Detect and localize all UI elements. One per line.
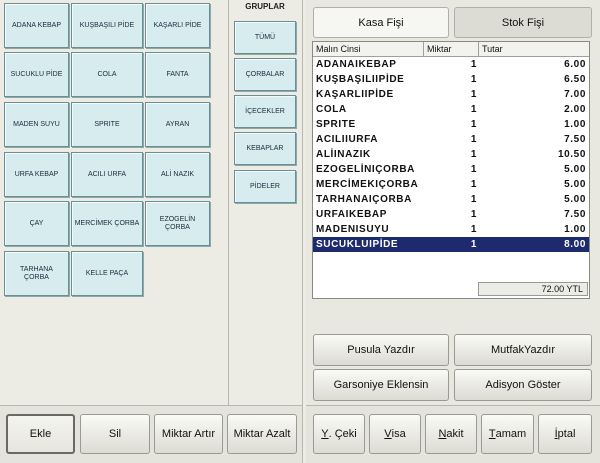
groups-title: GRUPLAR xyxy=(245,2,285,11)
receipt-table: Malın Cinsi Miktar Tutar ADANAIKEBAP 1 6.0… xyxy=(312,41,590,299)
item-amount: 5.00 xyxy=(564,179,586,190)
item-amount: 2.00 xyxy=(564,104,586,115)
group-button[interactable]: TÜMÜ xyxy=(234,21,296,54)
item-amount: 6.50 xyxy=(564,74,586,85)
receipt-row[interactable]: COLA 1 2.00 xyxy=(313,102,589,117)
add-button[interactable]: Ekle xyxy=(6,414,75,454)
item-name: SPRITE xyxy=(316,119,356,130)
item-qty: 1 xyxy=(470,149,477,160)
receipt-row[interactable]: URFAIKEBAP 1 7.50 xyxy=(313,207,589,222)
item-qty: 1 xyxy=(470,209,477,220)
item-name: COLA xyxy=(316,104,347,115)
item-qty: 1 xyxy=(470,179,477,190)
qty-decrease-button[interactable]: Miktar Azalt xyxy=(227,414,297,454)
item-name: ALİINAZIK xyxy=(316,149,371,160)
qty-increase-button[interactable]: Miktar Artır xyxy=(154,414,223,454)
item-qty: 1 xyxy=(470,239,477,250)
product-tile[interactable]: MADEN SUYU xyxy=(4,102,69,147)
item-name: MADENISUYU xyxy=(316,224,390,235)
receipt-row[interactable]: MADENISUYU 1 1.00 xyxy=(313,222,589,237)
product-tile[interactable]: ALİ NAZIK xyxy=(145,152,210,197)
visa-button[interactable]: Visa xyxy=(369,414,421,454)
item-qty: 1 xyxy=(470,104,477,115)
receipt-rows: ADANAIKEBAP 1 6.00 KUŞBAŞILIIPİDE 1 6.50 KAŞAR… xyxy=(313,57,589,252)
item-qty: 1 xyxy=(470,119,477,130)
item-qty: 1 xyxy=(470,74,477,85)
cash-button[interactable]: Nakit xyxy=(425,414,477,454)
item-name: EZOGELİNIÇORBA xyxy=(316,164,415,175)
item-amount: 7.00 xyxy=(564,89,586,100)
group-button[interactable]: PİDELER xyxy=(234,170,296,203)
tab-stok-fisi[interactable]: Stok Fişi xyxy=(454,7,592,38)
item-amount: 5.00 xyxy=(564,194,586,205)
product-tile[interactable]: URFA KEBAP xyxy=(4,152,69,197)
product-tile[interactable]: EZOGELİN ÇORBA xyxy=(145,201,210,246)
item-amount: 6.00 xyxy=(564,59,586,70)
add-to-waiter-button[interactable]: Garsoniye Eklensin xyxy=(313,369,449,401)
receipt-row[interactable]: KAŞARLIIPİDE 1 7.00 xyxy=(313,87,589,102)
item-amount: 7.50 xyxy=(564,209,586,220)
item-name: KAŞARLIIPİDE xyxy=(316,89,394,100)
ok-button[interactable]: Tamam xyxy=(481,414,534,454)
product-tile[interactable]: KELLE PAÇA xyxy=(71,251,143,296)
receipt-row[interactable]: ALİINAZIK 1 10.50 xyxy=(313,147,589,162)
receipt-row[interactable]: EZOGELİNIÇORBA 1 5.00 xyxy=(313,162,589,177)
show-bill-button[interactable]: Adisyon Göster xyxy=(454,369,592,401)
product-tile[interactable]: COLA xyxy=(71,52,143,97)
product-tile[interactable]: TARHANA ÇORBA xyxy=(4,251,69,296)
divider xyxy=(302,0,303,463)
item-amount: 5.00 xyxy=(564,164,586,175)
column-header-qty: Miktar xyxy=(424,42,479,56)
divider xyxy=(228,0,229,463)
receipt-table-header: Malın Cinsi Miktar Tutar xyxy=(313,42,589,57)
group-button[interactable]: İÇECEKLER xyxy=(234,95,296,128)
product-tile[interactable]: ADANA KEBAP xyxy=(4,3,69,48)
item-name: TARHANAIÇORBA xyxy=(316,194,412,205)
receipt-row[interactable]: KUŞBAŞILIIPİDE 1 6.50 xyxy=(313,72,589,87)
product-tile[interactable]: SUCUKLU PİDE xyxy=(4,52,69,97)
check-button[interactable]: Y. Çeki xyxy=(313,414,365,454)
tab-kasa-fisi[interactable]: Kasa Fişi xyxy=(313,7,449,38)
item-qty: 1 xyxy=(470,194,477,205)
item-amount: 7.50 xyxy=(564,134,586,145)
delete-button[interactable]: Sil xyxy=(80,414,150,454)
group-button[interactable]: KEBAPLAR xyxy=(234,132,296,165)
kitchen-print-button[interactable]: MutfakYazdır xyxy=(454,334,592,366)
item-name: MERCİMEKIÇORBA xyxy=(316,179,419,190)
item-amount: 1.00 xyxy=(564,119,586,130)
item-qty: 1 xyxy=(470,164,477,175)
item-name: ADANAIKEBAP xyxy=(316,59,397,70)
item-amount: 8.00 xyxy=(564,239,586,250)
item-qty: 1 xyxy=(470,89,477,100)
item-name: URFAIKEBAP xyxy=(316,209,388,220)
item-amount: 1.00 xyxy=(564,224,586,235)
product-tile[interactable]: SPRITE xyxy=(71,102,143,147)
item-amount: 10.50 xyxy=(557,149,586,160)
product-tile[interactable]: KAŞARLI PİDE xyxy=(145,3,210,48)
product-tile[interactable]: FANTA xyxy=(145,52,210,97)
receipt-row[interactable]: SPRITE 1 1.00 xyxy=(313,117,589,132)
item-name: ACILIIURFA xyxy=(316,134,379,145)
receipt-row[interactable]: MERCİMEKIÇORBA 1 5.00 xyxy=(313,177,589,192)
print-slip-button[interactable]: Pusula Yazdır xyxy=(313,334,449,366)
column-header-amount: Tutar xyxy=(482,44,503,54)
product-tile[interactable]: AYRAN xyxy=(145,102,210,147)
receipt-row[interactable]: ADANAIKEBAP 1 6.00 xyxy=(313,57,589,72)
receipt-row[interactable]: SUCUKLUIPİDE 1 8.00 xyxy=(313,237,589,252)
receipt-total: 72.00 YTL xyxy=(478,282,588,296)
item-name: SUCUKLUIPİDE xyxy=(316,239,399,250)
product-tile[interactable]: ACILI URFA xyxy=(71,152,143,197)
column-header-name: Malın Cinsi xyxy=(313,42,424,56)
receipt-row[interactable]: TARHANAIÇORBA 1 5.00 xyxy=(313,192,589,207)
cancel-button[interactable]: İptal xyxy=(538,414,592,454)
item-qty: 1 xyxy=(470,224,477,235)
product-tile[interactable]: MERCİMEK ÇORBA xyxy=(71,201,143,246)
receipt-row[interactable]: ACILIIURFA 1 7.50 xyxy=(313,132,589,147)
item-qty: 1 xyxy=(470,134,477,145)
item-name: KUŞBAŞILIIPİDE xyxy=(316,74,405,85)
group-button[interactable]: ÇORBALAR xyxy=(234,58,296,91)
product-tile[interactable]: KUŞBAŞILI PİDE xyxy=(71,3,143,48)
item-qty: 1 xyxy=(470,59,477,70)
product-tile[interactable]: ÇAY xyxy=(4,201,69,246)
